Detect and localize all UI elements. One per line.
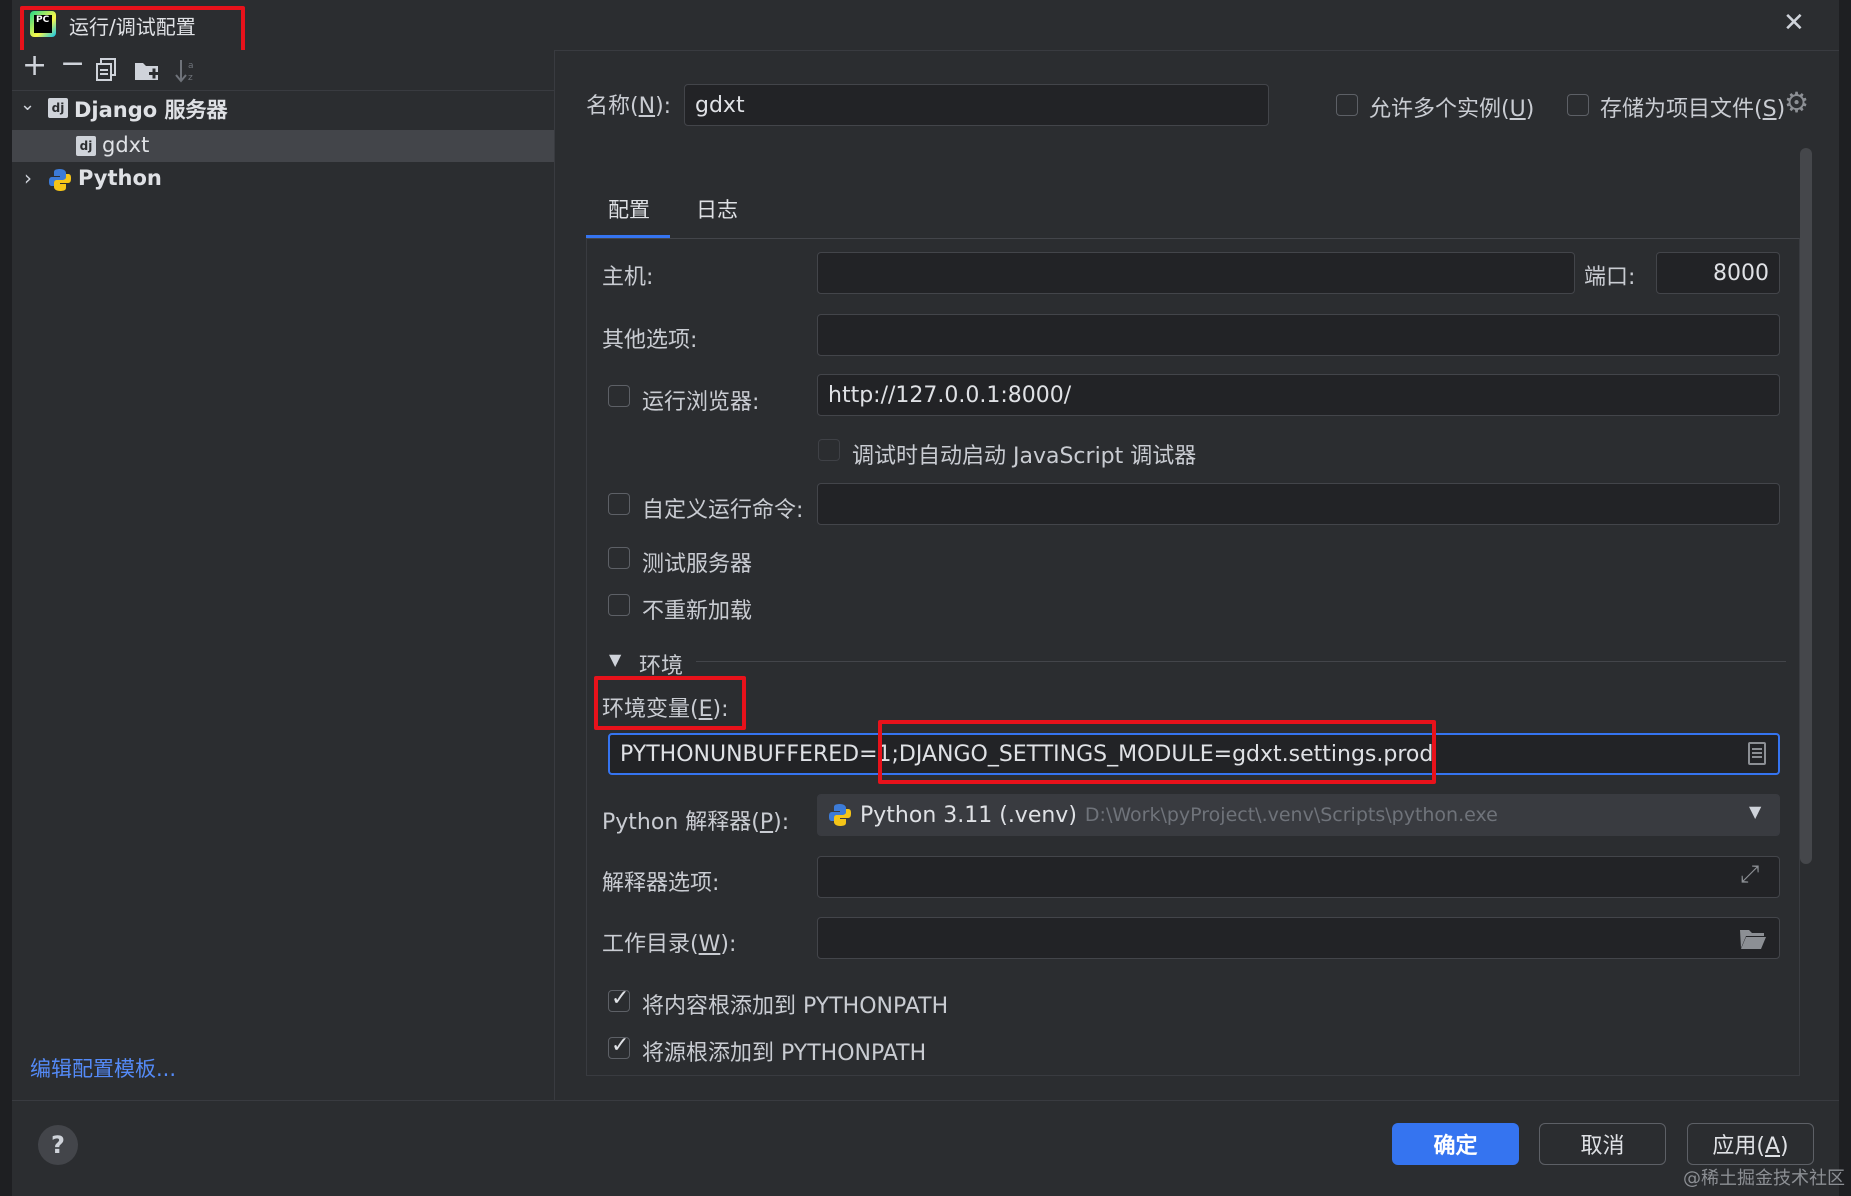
interpreter-select[interactable]: Python 3.11 (.venv) D:\Work\pyProject\.v…	[817, 794, 1780, 836]
store-as-project-checkbox[interactable]	[1567, 94, 1589, 116]
name-label: 名称(N):	[586, 94, 672, 119]
tab-config[interactable]: 配置	[586, 190, 670, 238]
copy-icon[interactable]	[96, 58, 118, 82]
js-debugger-label: 调试时自动启动 JavaScript 调试器	[852, 444, 1197, 469]
sort-icon[interactable]: a z	[174, 58, 198, 84]
tree-toolbar: + − a z	[12, 46, 554, 91]
apply-button[interactable]: 应用(A)	[1687, 1123, 1814, 1165]
custom-command-checkbox[interactable]	[608, 493, 630, 515]
interpreter-options-input[interactable]	[817, 856, 1780, 898]
django-icon: dj	[76, 136, 96, 156]
tree-group-label: Django 服务器	[74, 98, 228, 122]
host-label: 主机:	[602, 265, 654, 290]
remove-icon[interactable]: −	[60, 46, 85, 81]
triangle-down-icon[interactable]: ▼	[609, 650, 621, 669]
expand-icon[interactable]: ⤢	[1740, 860, 1759, 888]
allow-multiple-checkbox[interactable]	[1336, 94, 1358, 116]
chevron-right-icon[interactable]: ›	[24, 166, 32, 190]
name-input[interactable]: gdxt	[684, 84, 1269, 126]
port-label: 端口:	[1584, 265, 1636, 290]
allow-multiple-label: 允许多个实例(U)	[1369, 97, 1535, 122]
port-input[interactable]: 8000	[1656, 252, 1780, 294]
python-icon	[829, 804, 851, 826]
custom-command-input[interactable]	[817, 483, 1780, 525]
clipboard-icon[interactable]	[1748, 741, 1766, 765]
svg-text:a: a	[188, 61, 194, 71]
add-source-roots-label: 将源根添加到 PYTHONPATH	[642, 1041, 927, 1066]
add-content-roots-label: 将内容根添加到 PYTHONPATH	[642, 994, 949, 1019]
watermark: @稀土掘金技术社区	[1683, 1168, 1845, 1189]
window-title: 运行/调试配置	[69, 15, 196, 39]
configuration-tree-pane: + − a z ⌄ dj Django 服务器 dj gdxt › Python…	[12, 46, 555, 1100]
folder-icon[interactable]	[1739, 928, 1767, 950]
interpreter-label: Python 解释器(P):	[602, 810, 790, 835]
chevron-down-icon[interactable]: ▼	[1749, 802, 1761, 821]
title-bar: PC 运行/调试配置 ✕	[12, 0, 1839, 54]
run-debug-configurations-dialog: PC 运行/调试配置 ✕ + − a z ⌄ dj Django 服务器 dj …	[12, 0, 1839, 1196]
interpreter-path: D:\Work\pyProject\.venv\Scripts\python.e…	[1084, 804, 1498, 826]
cancel-button[interactable]: 取消	[1539, 1123, 1666, 1165]
interpreter-name: Python 3.11 (.venv)	[860, 802, 1077, 828]
add-icon[interactable]: +	[22, 48, 47, 83]
chevron-down-icon[interactable]: ⌄	[20, 94, 35, 115]
interpreter-options-label: 解释器选项:	[602, 871, 720, 896]
run-browser-checkbox[interactable]	[608, 385, 630, 407]
dialog-footer: ? 确定 取消 应用(A)	[12, 1100, 1839, 1196]
other-options-label: 其他选项:	[602, 328, 698, 353]
run-browser-label: 运行浏览器:	[642, 390, 760, 415]
django-icon: dj	[48, 98, 68, 118]
no-reload-label: 不重新加载	[642, 599, 753, 624]
store-as-project-label: 存储为项目文件(S)	[1600, 97, 1786, 122]
working-dir-input[interactable]	[817, 917, 1780, 959]
python-icon	[49, 169, 71, 191]
js-debugger-checkbox[interactable]	[818, 439, 840, 461]
svg-text:z: z	[188, 73, 193, 83]
tree-item-gdxt-row[interactable]: dj gdxt	[12, 130, 554, 162]
env-section-divider	[696, 661, 1786, 662]
tab-log[interactable]: 日志	[674, 190, 758, 238]
pycharm-icon: PC	[30, 11, 56, 37]
gear-icon[interactable]: ⚙	[1784, 86, 1809, 119]
add-source-roots-checkbox[interactable]	[608, 1033, 630, 1059]
help-icon: ?	[51, 1131, 65, 1159]
env-vars-input[interactable]: PYTHONUNBUFFERED=1;DJANGO_SETTINGS_MODUL…	[608, 733, 1780, 775]
no-reload-checkbox[interactable]	[608, 594, 630, 616]
host-input[interactable]	[817, 252, 1575, 294]
run-browser-url-input[interactable]: http://127.0.0.1:8000/	[817, 374, 1780, 416]
env-section-label[interactable]: 环境	[639, 648, 683, 680]
other-options-input[interactable]	[817, 314, 1780, 356]
tree-group-label: Python	[78, 166, 162, 190]
help-button[interactable]: ?	[38, 1125, 78, 1165]
edit-config-templates-link[interactable]: 编辑配置模板...	[30, 1053, 176, 1083]
folder-add-icon[interactable]	[134, 60, 160, 82]
scrollbar[interactable]	[1800, 148, 1812, 864]
ok-button[interactable]: 确定	[1392, 1123, 1519, 1165]
working-dir-label: 工作目录(W):	[602, 932, 737, 957]
test-server-checkbox[interactable]	[608, 547, 630, 569]
test-server-label: 测试服务器	[642, 552, 753, 577]
env-vars-label: 环境变量(E):	[602, 697, 729, 722]
custom-command-label: 自定义运行命令:	[642, 498, 804, 523]
add-content-roots-checkbox[interactable]	[608, 986, 630, 1012]
close-icon[interactable]: ✕	[1783, 8, 1805, 38]
tree-item-label: gdxt	[102, 133, 150, 157]
